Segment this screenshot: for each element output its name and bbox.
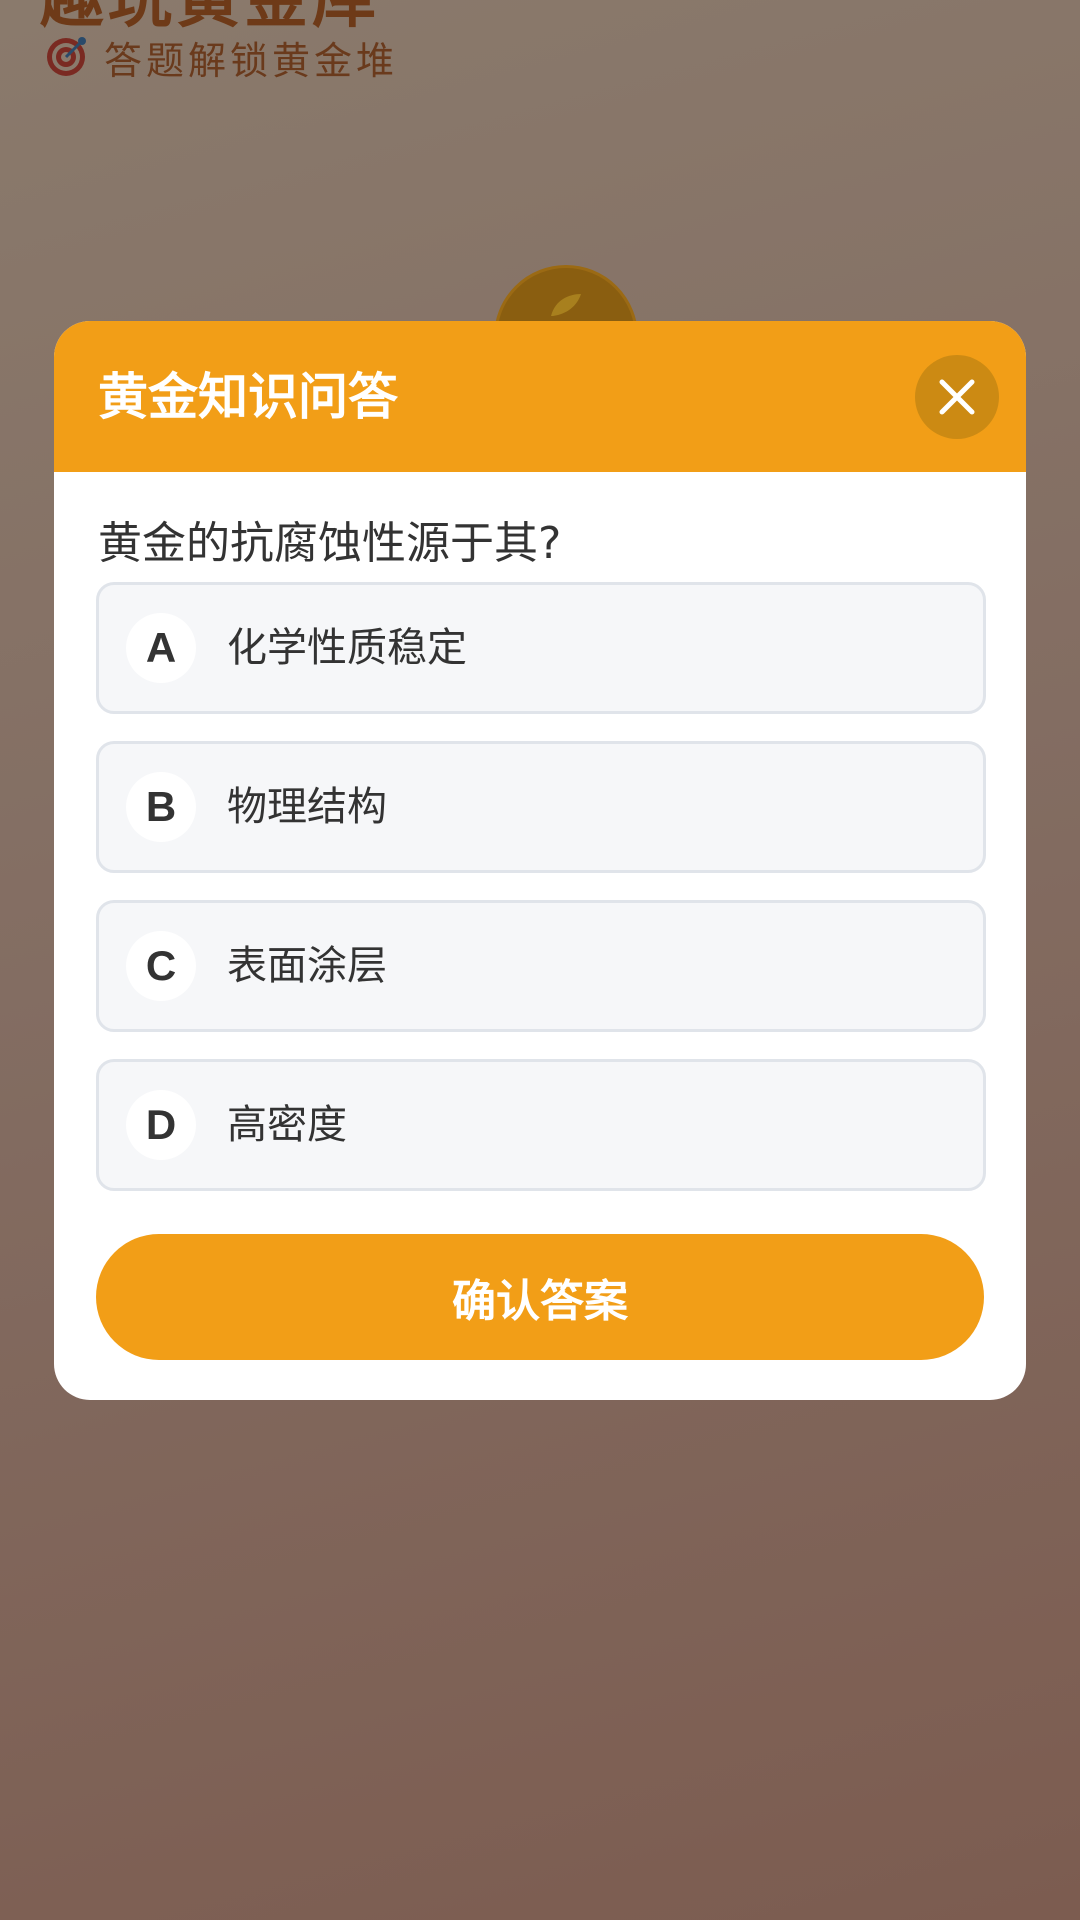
option-letter-badge: A [126, 613, 196, 683]
quiz-modal: 黄金知识问答 黄金的抗腐蚀性源于其? A 化学性质稳定 B 物理结构 C 表面涂… [54, 321, 1026, 1400]
close-icon [939, 379, 975, 415]
target-icon [47, 37, 86, 76]
modal-title: 黄金知识问答 [98, 368, 398, 426]
modal-header: 黄金知识问答 [54, 321, 1026, 472]
confirm-answer-button[interactable]: 确认答案 [96, 1234, 984, 1360]
option-d[interactable]: D 高密度 [96, 1059, 986, 1191]
option-text: 高密度 [227, 1102, 347, 1148]
option-letter-badge: D [126, 1090, 196, 1160]
screen: 趣玩黄金库 答题解锁黄金堆 黄金知识问答 黄金的抗腐蚀性源于其? A 化学性质稳… [0, 0, 1080, 1920]
option-b[interactable]: B 物理结构 [96, 741, 986, 873]
option-a[interactable]: A 化学性质稳定 [96, 582, 986, 714]
option-text: 物理结构 [227, 784, 387, 830]
close-button[interactable] [915, 355, 999, 439]
leaf-icon [551, 294, 581, 316]
option-letter-badge: C [126, 931, 196, 1001]
option-letter-badge: B [126, 772, 196, 842]
option-c[interactable]: C 表面涂层 [96, 900, 986, 1032]
option-text: 表面涂层 [227, 943, 387, 989]
background-subtitle-text: 答题解锁黄金堆 [104, 38, 399, 83]
option-text: 化学性质稳定 [227, 625, 467, 671]
background-subtitle: 答题解锁黄金堆 [44, 30, 398, 84]
question-text: 黄金的抗腐蚀性源于其? [98, 518, 562, 569]
